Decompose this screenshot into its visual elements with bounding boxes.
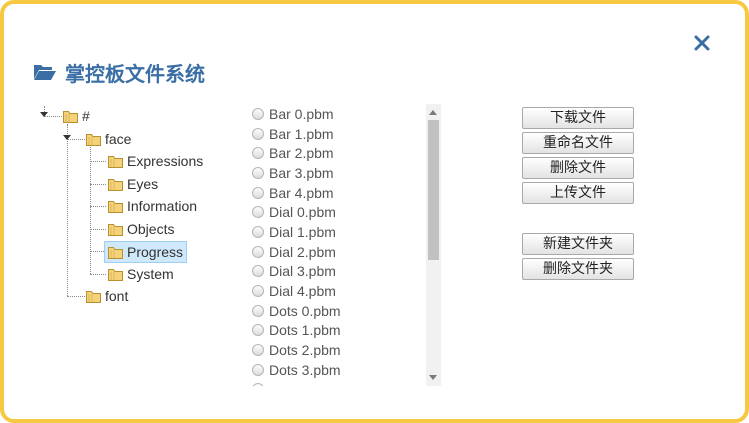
radio-button[interactable] xyxy=(252,225,264,238)
scroll-thumb[interactable] xyxy=(428,120,439,260)
folder-icon xyxy=(108,200,123,213)
collapse-arrow-icon[interactable] xyxy=(40,112,48,117)
scroll-down-arrow-icon[interactable] xyxy=(429,375,437,380)
folder-tree: # face Expressions Eyes Information Obje… xyxy=(40,104,250,304)
tree-node-expressions[interactable]: Expressions xyxy=(108,151,203,171)
folder-icon xyxy=(63,110,78,123)
radio-button[interactable] xyxy=(252,206,264,219)
list-item[interactable]: Bar 3.pbm xyxy=(252,163,442,183)
list-item[interactable]: Dial 3.pbm xyxy=(252,262,442,282)
delete-file-button[interactable]: 删除文件 xyxy=(522,157,634,179)
file-list-scrollbar[interactable] xyxy=(426,104,441,386)
radio-button[interactable] xyxy=(252,324,264,337)
delete-folder-button[interactable]: 删除文件夹 xyxy=(522,258,634,280)
radio-button[interactable] xyxy=(252,186,264,199)
radio-button[interactable] xyxy=(252,147,264,160)
folder-icon xyxy=(108,178,123,191)
tree-node-eyes[interactable]: Eyes xyxy=(108,174,158,194)
close-icon[interactable] xyxy=(691,32,713,54)
folder-icon xyxy=(108,246,123,259)
folder-open-icon xyxy=(34,65,56,80)
radio-button[interactable] xyxy=(252,245,264,258)
dialog-title-row: 掌控板文件系统 xyxy=(33,58,205,86)
list-item[interactable]: Dial 2.pbm xyxy=(252,242,442,262)
tree-node-font[interactable]: font xyxy=(86,286,128,306)
list-item[interactable]: Dots 2.pbm xyxy=(252,340,442,360)
radio-button[interactable] xyxy=(252,127,264,140)
radio-button[interactable] xyxy=(252,363,264,376)
radio-button[interactable] xyxy=(252,166,264,179)
list-item[interactable]: Dial 4.pbm xyxy=(252,281,442,301)
new-folder-button[interactable]: 新建文件夹 xyxy=(522,233,634,255)
radio-button[interactable] xyxy=(252,383,264,386)
folder-icon xyxy=(108,155,123,168)
dialog-title: 掌控板文件系统 xyxy=(65,61,205,86)
file-list: Bar 0.pbm Bar 1.pbm Bar 2.pbm Bar 3.pbm … xyxy=(252,104,442,386)
list-item[interactable]: Dots 3.pbm xyxy=(252,360,442,380)
list-item[interactable]: Bar 4.pbm xyxy=(252,183,442,203)
radio-button[interactable] xyxy=(252,285,264,298)
tree-node-progress[interactable]: Progress xyxy=(104,241,188,263)
radio-button[interactable] xyxy=(252,107,264,120)
folder-icon xyxy=(86,133,101,146)
folder-icon xyxy=(108,268,123,281)
tree-node-system[interactable]: System xyxy=(108,264,174,284)
list-item-partial[interactable] xyxy=(252,380,442,386)
list-item[interactable]: Bar 0.pbm xyxy=(252,104,442,124)
radio-button[interactable] xyxy=(252,265,264,278)
scroll-up-arrow-icon[interactable] xyxy=(429,110,437,115)
radio-button[interactable] xyxy=(252,344,264,357)
tree-node-face[interactable]: face xyxy=(86,129,131,149)
list-item[interactable]: Bar 2.pbm xyxy=(252,143,442,163)
tree-node-objects[interactable]: Objects xyxy=(108,219,174,239)
list-item[interactable]: Dots 1.pbm xyxy=(252,321,442,341)
folder-icon xyxy=(86,290,101,303)
collapse-arrow-icon[interactable] xyxy=(63,135,71,140)
upload-file-button[interactable]: 上传文件 xyxy=(522,182,634,204)
list-item[interactable]: Dial 1.pbm xyxy=(252,222,442,242)
rename-file-button[interactable]: 重命名文件 xyxy=(522,132,634,154)
folder-icon xyxy=(108,223,123,236)
list-item[interactable]: Dots 0.pbm xyxy=(252,301,442,321)
radio-button[interactable] xyxy=(252,304,264,317)
list-item[interactable]: Dial 0.pbm xyxy=(252,202,442,222)
tree-node-root[interactable]: # xyxy=(63,106,90,126)
tree-node-information[interactable]: Information xyxy=(108,196,197,216)
download-file-button[interactable]: 下载文件 xyxy=(522,107,634,129)
list-item[interactable]: Bar 1.pbm xyxy=(252,124,442,144)
